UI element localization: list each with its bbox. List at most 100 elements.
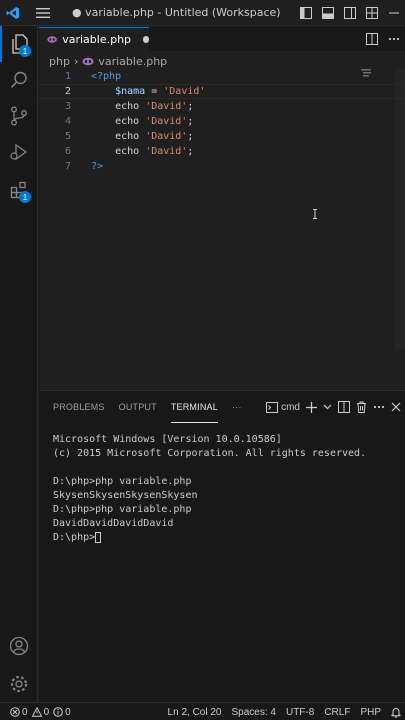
minimap-scrollbar[interactable] [395,69,405,349]
terminal-output[interactable]: Microsoft Windows [Version 10.0.10586] (… [53,433,398,545]
tab-label: variable.php [62,33,132,46]
unsaved-dot-icon[interactable] [143,36,149,43]
code-token: ; [187,146,194,157]
extensions-icon[interactable]: 1 [0,172,38,208]
window-title: ● variable.php - Untitled (Workspace) - … [72,6,282,19]
code-token: 'David' [145,146,188,157]
run-debug-icon[interactable] [0,134,38,170]
breadcrumb: php › variable.php [49,53,171,69]
terminal-line: D:\php>php variable.php [53,504,192,515]
editor-tab-bar: variable.php [39,27,405,51]
bottom-panel: PROBLEMS OUTPUT TERMINAL ··· cmd Microso… [39,390,405,702]
more-actions-icon[interactable] [383,26,405,52]
terminal-line: SkysenSkysenSkysenSkysen [53,490,198,501]
terminal-line: (c) 2015 Microsoft Corporation. All righ… [53,448,367,459]
code-token: 'David' [145,101,188,112]
line-number: 5 [64,131,71,142]
language-mode[interactable]: PHP [360,707,381,718]
php-file-icon [82,57,94,65]
tab-problems[interactable]: PROBLEMS [53,391,105,423]
code-token: echo [91,146,146,157]
notifications-bell-icon[interactable] [391,707,401,718]
title-bar: ● variable.php - Untitled (Workspace) - … [0,0,405,26]
code-token: <?php [91,71,122,82]
info-count: 0 [65,706,71,718]
account-icon[interactable] [0,628,38,664]
code-token: ; [187,101,194,112]
breadcrumb-file[interactable]: variable.php [98,55,167,68]
search-icon[interactable] [0,62,38,98]
code-line[interactable]: 3 echo 'David'; [39,99,405,114]
code-token: = [145,86,164,97]
code-token: echo [91,101,146,112]
trash-icon[interactable] [356,391,367,423]
code-token: 'David' [163,86,206,97]
terminal-line: Microsoft Windows [Version 10.0.10586] [53,434,282,445]
code-line[interactable]: 6 echo 'David'; [39,144,405,159]
more-actions-icon[interactable] [373,391,385,423]
terminal-shell-selector[interactable]: cmd [266,391,300,423]
code-line[interactable]: 4 echo 'David'; [39,114,405,129]
close-icon[interactable] [391,391,401,423]
php-file-icon [47,36,57,43]
line-number: 6 [64,146,71,157]
layout-icon[interactable] [361,0,383,26]
new-terminal-plus-icon[interactable] [306,391,317,423]
cursor-position[interactable]: Ln 2, Col 20 [168,707,222,718]
info-icon [53,707,63,717]
split-terminal-icon[interactable] [338,391,350,423]
chevron-down-icon[interactable] [323,391,332,423]
status-bar: 0 0 0 Ln 2, Col 20 Spaces: 4 UTF-8 CRLF … [0,702,405,720]
vscode-logo-icon [0,0,26,26]
line-ending[interactable]: CRLF [324,707,350,718]
code-token: echo [91,116,146,127]
terminal-icon [266,401,279,413]
line-number: 3 [64,101,71,112]
line-number: 1 [64,71,71,82]
terminal-line: DavidDavidDavidDavid [53,518,174,529]
breadcrumb-folder[interactable]: php [49,55,70,68]
code-token: $nama [115,86,146,97]
code-token: echo [91,131,146,142]
line-number: 4 [64,116,71,127]
warning-icon [31,707,42,717]
tab-output[interactable]: OUTPUT [119,391,157,423]
minimap-icon[interactable] [361,69,371,77]
code-token: 'David' [145,131,188,142]
terminal-line: D:\php>php variable.php [53,476,192,487]
terminal-prompt: D:\php> [53,532,96,543]
minimize-icon[interactable] [383,0,405,26]
source-control-icon[interactable] [0,98,38,134]
code-line[interactable]: 1 <?php [39,69,405,84]
menu-icon[interactable] [30,0,56,26]
tab-variable-php[interactable]: variable.php [39,27,149,51]
code-token: ; [187,131,194,142]
split-editor-icon[interactable] [361,26,383,52]
terminal-cursor [95,531,102,543]
tab-terminal[interactable]: TERMINAL [170,391,218,423]
toggle-panel-icon[interactable] [317,0,339,26]
line-number: 7 [64,161,71,172]
code-line[interactable]: 5 echo 'David'; [39,129,405,144]
gear-icon[interactable] [0,666,38,702]
indentation[interactable]: Spaces: 4 [231,707,275,718]
text-cursor-icon [313,209,317,219]
shell-label: cmd [281,401,300,413]
toggle-secondary-sidebar-icon[interactable] [339,0,361,26]
toggle-sidebar-icon[interactable] [295,0,317,26]
encoding[interactable]: UTF-8 [286,707,314,718]
panel-more-tabs[interactable]: ··· [232,391,242,423]
activity-bar: 1 1 [0,26,38,702]
code-line[interactable]: 2 $nama = 'David' [39,84,405,99]
explorer-icon[interactable]: 1 [0,26,38,62]
code-token: 'David' [145,116,188,127]
extensions-badge: 1 [19,191,31,203]
editor-area: variable.php php › variable.php 1 <?php 2 … [39,27,405,389]
problems-status[interactable]: 0 0 0 [10,707,71,718]
warning-count: 0 [43,706,50,718]
code-token: ; [187,116,194,127]
code-line[interactable]: 7 ?> [39,159,405,174]
terminal-prompt-line[interactable]: D:\php> [53,531,398,545]
